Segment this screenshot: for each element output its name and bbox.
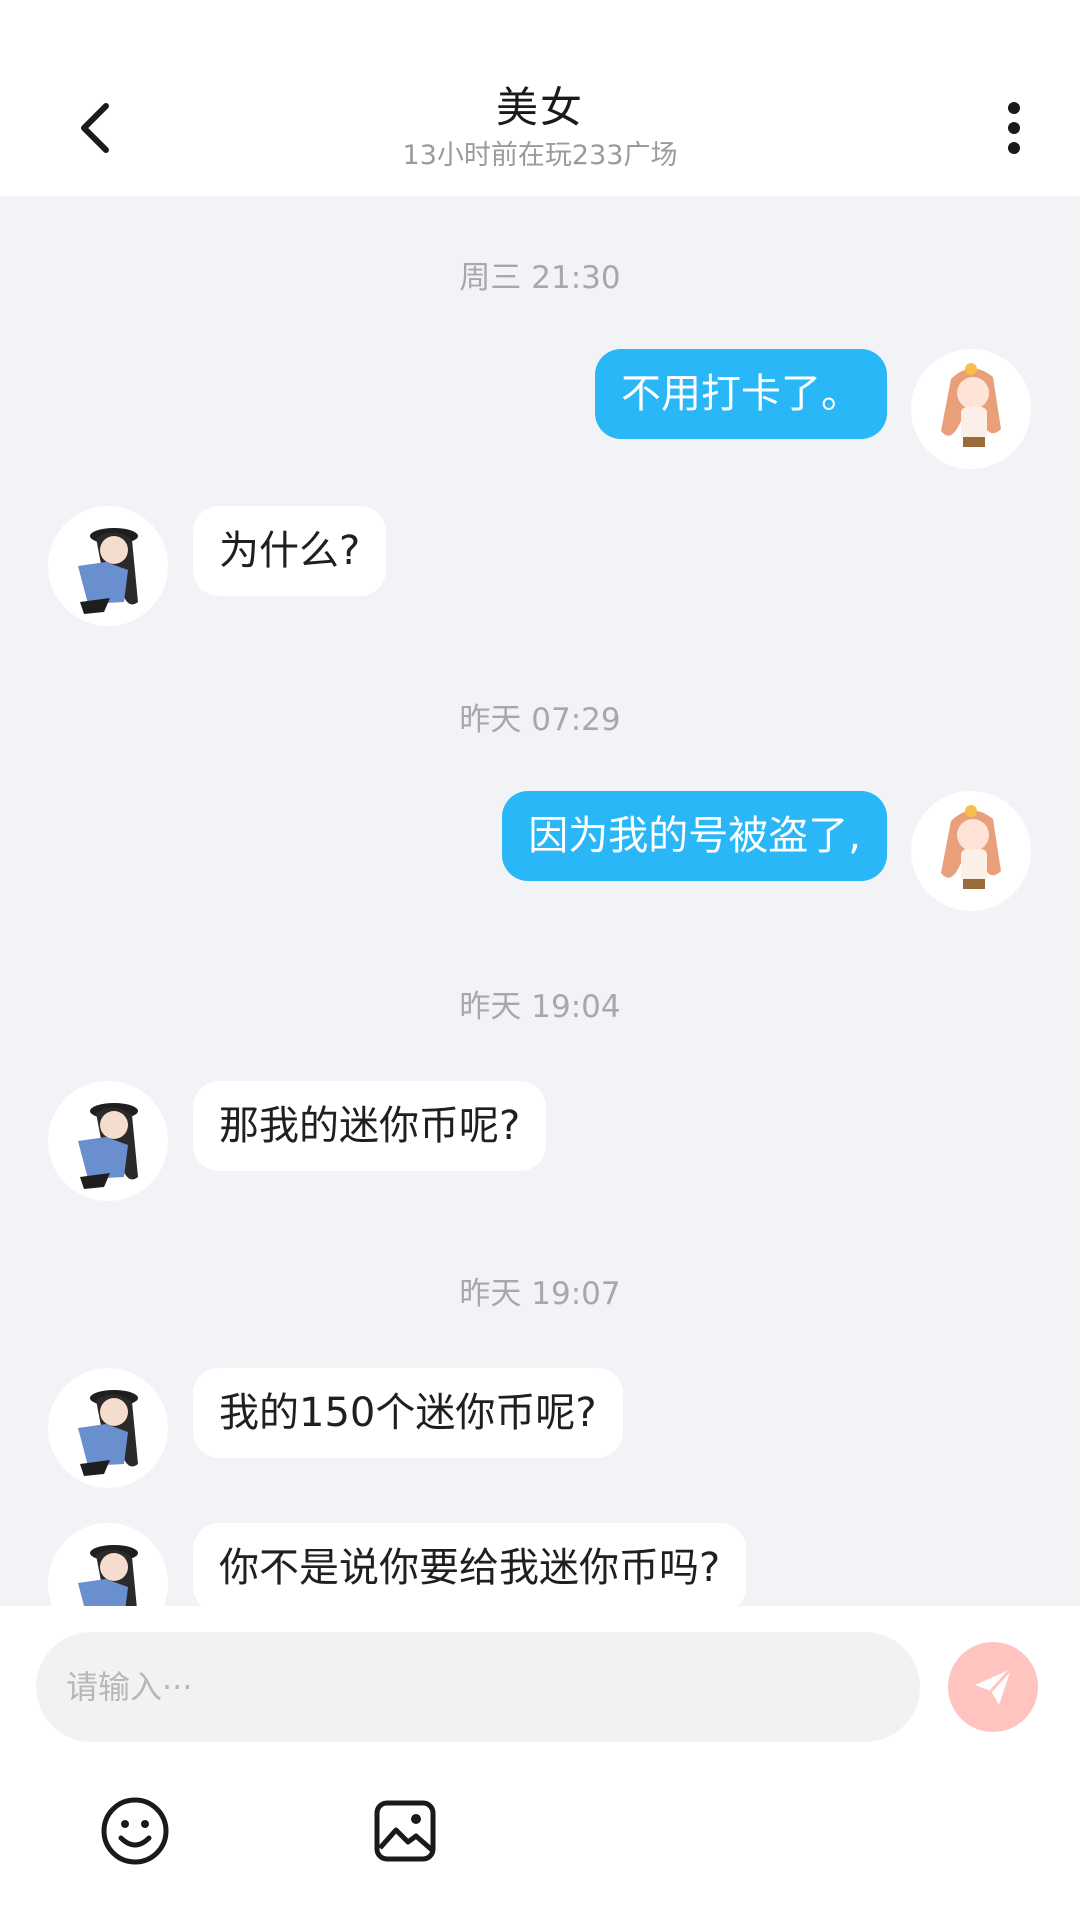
- message-row: 那我的迷你币呢?: [0, 1081, 1080, 1201]
- anime-girl-avatar-icon: [48, 1368, 168, 1488]
- message-bubble[interactable]: 那我的迷你币呢?: [193, 1081, 547, 1171]
- contact-avatar[interactable]: [48, 1523, 168, 1606]
- anime-girl-avatar-icon: [48, 1081, 168, 1201]
- composer: [0, 1606, 1080, 1920]
- timestamp: 周三 21:30: [459, 260, 621, 296]
- message-row: 我的150个迷你币呢?: [0, 1368, 1080, 1488]
- status-subtitle: 13小时前在玩233广场: [402, 140, 678, 171]
- timestamp: 昨天 19:04: [459, 989, 621, 1025]
- message-row: 不用打卡了。: [0, 349, 1080, 469]
- chat-header: 美女 13小时前在玩233广场: [0, 0, 1080, 196]
- emoji-button[interactable]: [100, 1796, 170, 1866]
- anime-girl-avatar-icon: [48, 1523, 168, 1606]
- send-icon: [975, 1667, 1013, 1705]
- page-title: 美女: [495, 83, 584, 132]
- message-input[interactable]: [36, 1632, 920, 1742]
- image-button[interactable]: [370, 1796, 440, 1866]
- message-bubble[interactable]: 你不是说你要给我迷你币吗?: [193, 1523, 747, 1606]
- my-avatar[interactable]: [911, 349, 1031, 469]
- chevron-left-icon: [81, 103, 109, 153]
- message-row: 你不是说你要给我迷你币吗?: [0, 1523, 1080, 1606]
- message-list[interactable]: 周三 21:30 不用打卡了。 为什么? 昨天 07:29 因为我的号被盗了, …: [0, 196, 1080, 1606]
- anime-girl-avatar-icon: [911, 349, 1031, 469]
- contact-avatar[interactable]: [48, 1368, 168, 1488]
- message-row: 为什么?: [0, 506, 1080, 626]
- emoji-icon: [101, 1797, 169, 1865]
- anime-girl-avatar-icon: [911, 791, 1031, 911]
- message-bubble[interactable]: 因为我的号被盗了,: [502, 791, 887, 881]
- anime-girl-avatar-icon: [48, 506, 168, 626]
- back-button[interactable]: [66, 92, 126, 164]
- message-bubble[interactable]: 我的150个迷你币呢?: [193, 1368, 623, 1458]
- send-button[interactable]: [948, 1642, 1038, 1732]
- image-icon: [374, 1800, 436, 1862]
- title-block: 美女 13小时前在玩233广场: [240, 82, 840, 174]
- timestamp: 昨天 19:07: [459, 1276, 621, 1312]
- my-avatar[interactable]: [911, 791, 1031, 911]
- contact-avatar[interactable]: [48, 506, 168, 626]
- contact-avatar[interactable]: [48, 1081, 168, 1201]
- more-options-button[interactable]: [990, 92, 1038, 164]
- message-bubble[interactable]: 不用打卡了。: [595, 349, 887, 439]
- timestamp: 昨天 07:29: [459, 702, 621, 738]
- message-row: 因为我的号被盗了,: [0, 791, 1080, 911]
- message-bubble[interactable]: 为什么?: [193, 506, 387, 596]
- more-vertical-icon: [1008, 102, 1020, 154]
